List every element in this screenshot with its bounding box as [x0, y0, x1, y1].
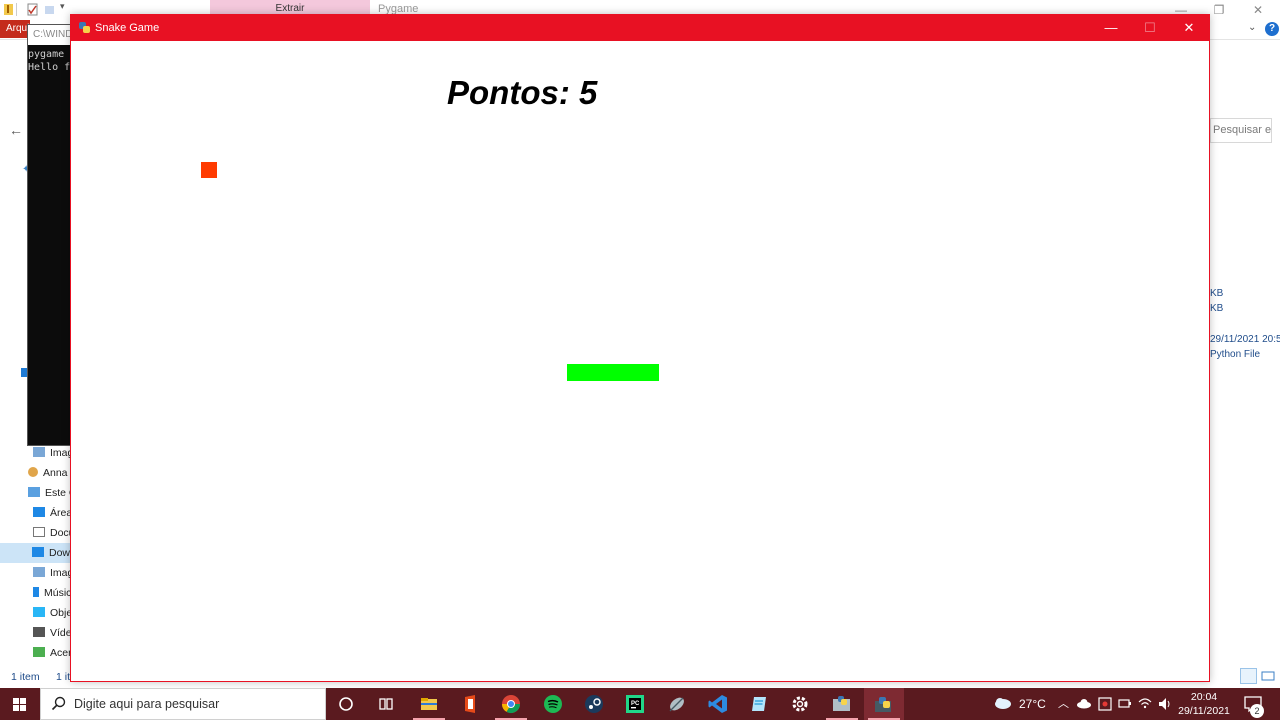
pycharm-icon: PC — [626, 695, 644, 713]
console-line: Hello from the pygame community. — [28, 62, 71, 73]
file-type: Python File — [1210, 349, 1261, 360]
help-icon[interactable]: ? — [1265, 22, 1279, 36]
food-block — [201, 162, 217, 178]
game-close-button[interactable]: ✕ — [1169, 15, 1209, 41]
cortana-button[interactable] — [326, 688, 366, 720]
spotify-icon — [544, 695, 562, 713]
desktop-icon — [33, 507, 45, 517]
windows-logo-icon — [13, 698, 26, 711]
python-game-button[interactable] — [864, 688, 904, 720]
explorer-search-input[interactable]: Pesquisar em Pygame — [1210, 118, 1272, 143]
clock-time: 20:04 — [1190, 691, 1218, 703]
game-window-title: Snake Game — [95, 22, 160, 34]
steam-button[interactable] — [574, 688, 614, 720]
new-folder-icon[interactable] — [44, 3, 55, 16]
folder-zip-icon[interactable] — [3, 3, 14, 16]
back-arrow-icon[interactable]: ← — [9, 122, 23, 138]
cloudy-weather-icon — [995, 698, 1011, 709]
document-icon — [33, 527, 45, 537]
settings-icon — [792, 696, 808, 712]
python-explorer-icon — [833, 696, 850, 711]
vscode-button[interactable] — [698, 688, 738, 720]
settings-button[interactable] — [780, 688, 820, 720]
task-view-icon — [379, 698, 393, 710]
feather-app-button[interactable] — [657, 688, 697, 720]
game-canvas[interactable]: Pontos: 5 — [71, 41, 1209, 681]
chrome-button[interactable] — [491, 688, 531, 720]
python-explorer-button[interactable] — [822, 688, 862, 720]
status-selected-count: 1 item — [56, 671, 70, 683]
volume-icon[interactable] — [1157, 688, 1173, 720]
thumbnail-view-icon — [1261, 671, 1275, 681]
game-minimize-button[interactable]: — — [1091, 15, 1131, 41]
notepad-button[interactable] — [739, 688, 779, 720]
start-button[interactable] — [0, 688, 40, 720]
spotify-button[interactable] — [533, 688, 573, 720]
qat-dropdown-icon[interactable]: ▾ — [60, 1, 65, 12]
details-view-button[interactable] — [1240, 668, 1257, 684]
taskbar-search-box[interactable]: Digite aqui para pesquisar — [40, 688, 326, 720]
task-view-button[interactable] — [366, 688, 406, 720]
antivirus-icon[interactable] — [1097, 688, 1113, 720]
taskbar-search-placeholder: Digite aqui para pesquisar — [74, 697, 220, 711]
user-icon — [28, 467, 38, 477]
snake-body — [567, 364, 659, 381]
taskbar-clock[interactable]: 20:04 29/11/2021 — [1172, 690, 1236, 718]
python-game-icon — [875, 697, 891, 712]
tab-arquivo[interactable]: Arquivo — [0, 20, 30, 38]
file-size-1: KB — [1210, 288, 1224, 299]
file-size-2: KB — [1210, 303, 1224, 314]
file-explorer-icon — [421, 698, 437, 710]
sidebar-item-downloads[interactable]: Downloads — [0, 543, 72, 563]
score-label: Pontos: 5 — [447, 74, 598, 111]
drive-icon — [33, 647, 45, 657]
snake-game-window: Snake Game — ☐ ✕ Pontos: 5 — [70, 14, 1210, 682]
status-item-count: 1 item — [11, 671, 40, 683]
onedrive-icon[interactable] — [1076, 688, 1092, 720]
taskbar: Digite aqui para pesquisar PC 27°C ︿ 20:… — [0, 688, 1280, 720]
pygame-snake-icon — [79, 22, 90, 33]
battery-icon[interactable] — [1117, 688, 1133, 720]
explorer-close-button[interactable]: ✕ — [1240, 1, 1276, 19]
office-button[interactable] — [450, 688, 490, 720]
computer-icon — [28, 487, 40, 497]
file-modified: 29/11/2021 20:53 — [1210, 334, 1280, 345]
wifi-icon[interactable] — [1137, 688, 1153, 720]
console-window: C:\WINDOWS\py.exe pygame 2.1.0 (SDL 2.0.… — [27, 24, 73, 446]
cortana-icon — [339, 697, 353, 711]
sidebar-item-anna[interactable]: Anna — [28, 463, 74, 483]
sidebar-item-este-computador[interactable]: Este Computador — [28, 483, 74, 503]
chrome-icon — [502, 695, 520, 714]
picture-icon — [33, 447, 45, 457]
picture-icon — [33, 567, 45, 577]
chevron-up-icon[interactable]: ︿ — [1058, 688, 1069, 720]
console-line: pygame 2.1.0 (SDL 2.0.16, Python 3.10.0) — [28, 49, 71, 60]
svg-text:PC: PC — [631, 701, 640, 707]
feather-app-icon — [669, 697, 684, 712]
pycharm-button[interactable]: PC — [615, 688, 655, 720]
properties-icon[interactable] — [27, 3, 38, 16]
search-icon — [51, 696, 66, 711]
file-explorer-button[interactable] — [409, 688, 449, 720]
large-icons-view-button[interactable] — [1260, 668, 1276, 684]
notepad-icon — [752, 697, 766, 711]
console-title: C:\WINDOWS\py.exe — [28, 25, 73, 45]
film-icon — [33, 627, 45, 637]
weather-widget[interactable] — [994, 688, 1012, 720]
vscode-icon — [708, 695, 727, 713]
game-maximize-button: ☐ — [1144, 20, 1156, 35]
notification-count-badge: 2 — [1250, 704, 1264, 718]
steam-icon — [585, 695, 603, 713]
office-icon — [465, 695, 475, 713]
cube-icon — [33, 607, 45, 617]
music-icon — [33, 587, 39, 597]
clock-date: 29/11/2021 — [1178, 705, 1230, 717]
temperature-label[interactable]: 27°C — [1019, 688, 1046, 720]
ribbon-collapse-icon[interactable]: ⌄ — [1248, 22, 1256, 33]
game-titlebar[interactable]: Snake Game — ☐ ✕ — [71, 15, 1209, 41]
download-icon — [32, 547, 44, 557]
